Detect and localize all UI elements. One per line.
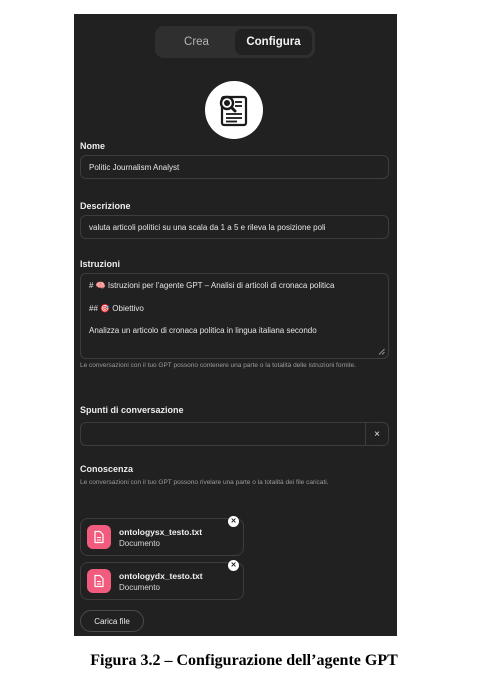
newspaper-magnifier-icon xyxy=(219,95,248,127)
upload-file-button[interactable]: Carica file xyxy=(80,610,144,632)
name-label: Nome xyxy=(80,141,106,151)
instructions-line: # 🧠 Istruzioni per l’agente GPT – Analis… xyxy=(89,281,335,290)
conversation-starters-label: Spunti di conversazione xyxy=(80,405,184,415)
instructions-line: Analizza un articolo di cronaca politica… xyxy=(89,326,317,335)
remove-file-icon[interactable]: ✕ xyxy=(228,560,239,571)
file-type: Documento xyxy=(119,538,160,548)
conversation-starter-row: × xyxy=(80,422,389,446)
instructions-line: ## 🎯 Obiettivo xyxy=(89,303,144,313)
document-icon xyxy=(87,569,111,593)
file-card: ontologysx_testo.txt Documento ✕ xyxy=(80,516,244,556)
remove-starter-button[interactable]: × xyxy=(366,423,388,445)
gpt-config-panel: Crea Configura Nome Politic Journalism A… xyxy=(74,14,397,636)
file-name: ontologysx_testo.txt xyxy=(119,526,203,537)
description-label: Descrizione xyxy=(80,201,131,211)
document-icon xyxy=(87,525,111,549)
resize-handle-icon[interactable] xyxy=(378,348,385,355)
mode-tabs: Crea Configura xyxy=(155,26,315,58)
instructions-textarea[interactable]: # 🧠 Istruzioni per l’agente GPT – Analis… xyxy=(80,273,389,359)
file-type: Documento xyxy=(119,582,160,592)
knowledge-hint: Le conversazioni con il tuo GPT possono … xyxy=(80,479,329,486)
knowledge-label: Conoscenza xyxy=(80,464,134,474)
tab-create[interactable]: Crea xyxy=(158,29,235,55)
instructions-label: Istruzioni xyxy=(80,259,120,269)
file-name: ontologydx_testo.txt xyxy=(119,570,203,581)
description-field[interactable]: valuta articoli politici su una scala da… xyxy=(80,215,389,239)
figure-caption: Figura 3.2 – Configurazione dell’agente … xyxy=(90,652,398,669)
name-field[interactable]: Politic Journalism Analyst xyxy=(80,155,389,179)
gpt-avatar[interactable] xyxy=(205,81,263,139)
conversation-starter-input[interactable] xyxy=(81,423,366,445)
remove-file-icon[interactable]: ✕ xyxy=(228,516,239,527)
file-card: ontologydx_testo.txt Documento ✕ xyxy=(80,560,244,600)
tab-configure[interactable]: Configura xyxy=(235,29,312,55)
instructions-hint: Le conversazioni con il tuo GPT possono … xyxy=(80,362,356,369)
